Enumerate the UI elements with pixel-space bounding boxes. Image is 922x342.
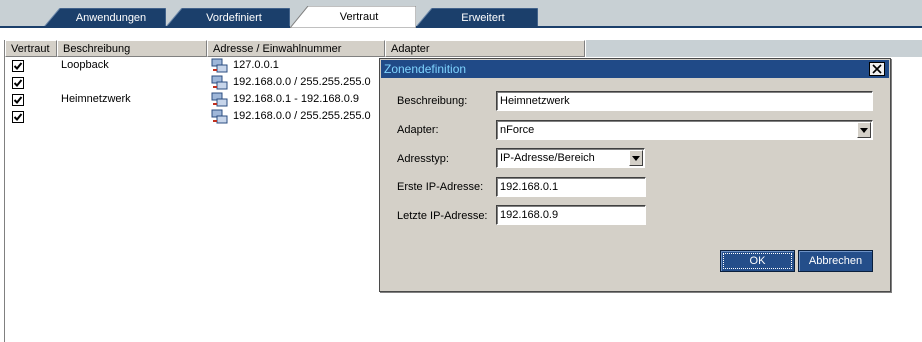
ok-button[interactable]: OK <box>720 250 795 272</box>
trusted-checkbox[interactable] <box>12 94 24 106</box>
trusted-checkbox[interactable] <box>12 77 24 89</box>
checkmark-icon <box>13 96 23 104</box>
column-header-beschreibung[interactable]: Beschreibung <box>57 40 207 57</box>
tab-divider <box>0 26 290 28</box>
checkmark-icon <box>13 62 23 70</box>
tab-label: Erweitert <box>461 11 505 24</box>
column-header-adresse[interactable]: Adresse / Einwahlnummer <box>207 40 385 57</box>
table-row[interactable]: Loopback 127.0.0.1 <box>5 58 405 75</box>
row-description: Heimnetzwerk <box>61 93 131 105</box>
column-header-adapter[interactable]: Adapter <box>385 40 585 57</box>
chevron-down-icon <box>632 155 640 161</box>
tab-vordefiniert[interactable]: Vordefiniert <box>166 8 290 27</box>
adresstyp-value: IP-Adresse/Bereich <box>500 152 595 164</box>
adresstyp-label: Adresstyp: <box>397 153 449 165</box>
tab-anwendungen[interactable]: Anwendungen <box>44 8 166 27</box>
dialog-title: Zonendefinition <box>384 62 467 76</box>
header-filler <box>585 40 922 57</box>
letzte-ip-input[interactable]: 192.168.0.9 <box>496 205 646 225</box>
erste-ip-label: Erste IP-Adresse: <box>397 181 484 193</box>
tab-label: Vordefiniert <box>206 11 262 24</box>
checkmark-icon <box>13 79 23 87</box>
trusted-checkbox[interactable] <box>12 111 24 123</box>
row-address: 127.0.0.1 <box>233 59 279 71</box>
list-header: Vertraut Beschreibung Adresse / Einwahln… <box>5 40 922 57</box>
table-row[interactable]: Heimnetzwerk 192.168.0.1 - 192.168.0.9 <box>5 92 405 109</box>
adapter-label: Adapter: <box>397 124 439 136</box>
adresstyp-dropdown-button[interactable] <box>629 150 643 166</box>
tab-label: Anwendungen <box>75 11 147 24</box>
erste-ip-input[interactable]: 192.168.0.1 <box>496 177 646 197</box>
tab-strip: Anwendungen Vordefiniert Vertraut Erweit… <box>0 0 922 28</box>
zone-definition-dialog: Zonendefinition Beschreibung: Heimnetzwe… <box>379 58 891 292</box>
checkmark-icon <box>13 113 23 121</box>
network-address-icon <box>211 109 229 128</box>
trusted-checkbox[interactable] <box>12 60 24 72</box>
chevron-down-icon <box>860 127 868 133</box>
beschreibung-input[interactable]: Heimnetzwerk <box>496 91 873 111</box>
close-icon <box>872 64 882 74</box>
row-description: Loopback <box>61 59 109 71</box>
tab-vertraut[interactable]: Vertraut <box>290 6 416 28</box>
letzte-ip-label: Letzte IP-Adresse: <box>397 210 488 222</box>
cancel-button[interactable]: Abbrechen <box>798 250 873 272</box>
adapter-select[interactable]: nForce <box>496 120 873 140</box>
column-header-vertraut[interactable]: Vertraut <box>5 40 57 57</box>
adresstyp-select[interactable]: IP-Adresse/Bereich <box>496 148 645 168</box>
dialog-title-bar[interactable]: Zonendefinition <box>381 60 889 78</box>
adapter-value: nForce <box>500 124 535 136</box>
close-button[interactable] <box>869 62 885 76</box>
tab-erweitert[interactable]: Erweitert <box>416 8 538 27</box>
tab-label: Vertraut <box>339 11 379 23</box>
table-row[interactable]: 192.168.0.0 / 255.255.255.0 <box>5 75 405 92</box>
row-address: 192.168.0.1 - 192.168.0.9 <box>233 93 359 105</box>
table-row[interactable]: 192.168.0.0 / 255.255.255.0 <box>5 109 405 126</box>
row-address: 192.168.0.0 / 255.255.255.0 <box>233 76 371 88</box>
adapter-dropdown-button[interactable] <box>857 122 871 138</box>
tab-divider <box>416 26 922 28</box>
row-address: 192.168.0.0 / 255.255.255.0 <box>233 110 371 122</box>
beschreibung-label: Beschreibung: <box>397 95 468 107</box>
